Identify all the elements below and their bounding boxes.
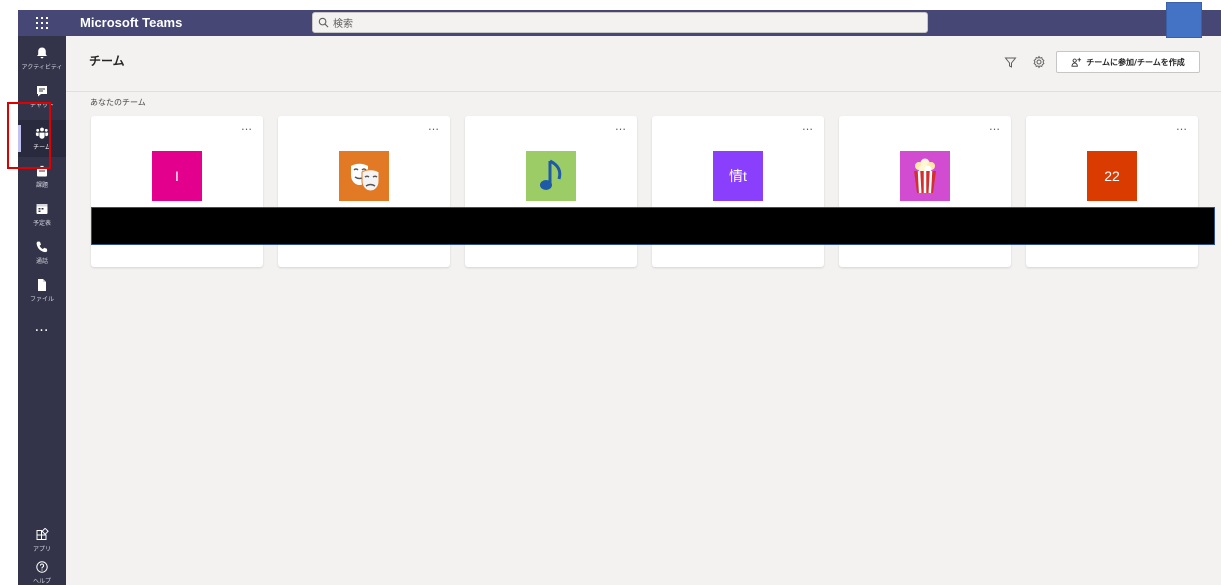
rail-item-help[interactable]: ヘルプ bbox=[18, 554, 66, 585]
more-options-button[interactable]: … bbox=[802, 120, 814, 133]
team-avatar-tile bbox=[900, 151, 950, 201]
rail-label: アクティビティ bbox=[21, 64, 63, 71]
rail-label: チャット bbox=[30, 102, 54, 109]
assignments-icon bbox=[37, 165, 47, 177]
filter-icon[interactable] bbox=[1004, 56, 1017, 69]
page-header: チーム チームに参加/チームを作成 bbox=[66, 36, 1221, 92]
rail-item-chat[interactable]: チャット bbox=[18, 78, 66, 115]
calendar-icon bbox=[36, 204, 48, 214]
rail-label: チーム bbox=[33, 144, 51, 151]
rail-label: 課題 bbox=[35, 182, 48, 189]
chat-icon bbox=[37, 86, 47, 97]
team-avatar-tile: 22 bbox=[1087, 151, 1137, 201]
more-options-button[interactable]: … bbox=[1176, 120, 1188, 133]
top-bar: Microsoft Teams 検索 bbox=[18, 10, 1221, 36]
more-options-button[interactable]: … bbox=[615, 120, 627, 133]
rail-item-assignments[interactable]: 課題 bbox=[18, 158, 66, 195]
phone-icon bbox=[36, 241, 48, 253]
more-apps-button[interactable]: … bbox=[18, 316, 66, 338]
team-initials: 22 bbox=[1104, 168, 1120, 184]
rail-item-teams[interactable]: チーム bbox=[18, 120, 66, 157]
team-avatar-tile bbox=[526, 151, 576, 201]
search-icon bbox=[318, 17, 329, 28]
teams-window: Microsoft Teams 検索 アクティビティ チャット チーム 課題 予… bbox=[18, 10, 1221, 585]
team-avatar-tile: I bbox=[152, 151, 202, 201]
file-icon bbox=[38, 279, 46, 291]
teams-icon bbox=[35, 127, 49, 139]
team-initials: 情t bbox=[729, 168, 747, 184]
app-launcher-button[interactable] bbox=[18, 10, 66, 36]
more-options-button[interactable]: … bbox=[428, 120, 440, 133]
join-or-create-team-button[interactable]: チームに参加/チームを作成 bbox=[1056, 51, 1200, 73]
rail-label: ファイル bbox=[29, 296, 54, 303]
apps-icon bbox=[36, 528, 49, 540]
rail-label: 通話 bbox=[35, 258, 48, 265]
team-initials: I bbox=[175, 168, 179, 184]
help-icon bbox=[36, 561, 48, 573]
music-note-icon bbox=[540, 159, 562, 190]
rail-label: アプリ bbox=[32, 546, 51, 553]
popcorn-icon bbox=[914, 158, 936, 194]
search-input[interactable]: 検索 bbox=[312, 12, 928, 33]
section-heading: あなたのチーム bbox=[90, 98, 146, 107]
rail-item-activity[interactable]: アクティビティ bbox=[18, 40, 66, 77]
app-bar: アクティビティ チャット チーム 課題 予定表 通話 ファイル … アプリ ヘル… bbox=[18, 36, 66, 585]
user-avatar[interactable] bbox=[1166, 2, 1202, 38]
more-options-button[interactable]: … bbox=[241, 120, 253, 133]
waffle-icon bbox=[36, 17, 48, 29]
rail-label: 予定表 bbox=[32, 220, 51, 227]
rail-item-calls[interactable]: 通話 bbox=[18, 234, 66, 271]
rail-label: ヘルプ bbox=[32, 578, 51, 585]
app-title: Microsoft Teams bbox=[80, 15, 183, 30]
redaction-bar bbox=[91, 207, 1215, 245]
search-placeholder: 検索 bbox=[333, 19, 353, 30]
gear-icon[interactable] bbox=[1032, 55, 1046, 69]
rail-item-files[interactable]: ファイル bbox=[18, 272, 66, 309]
join-button-label: チームに参加/チームを作成 bbox=[1086, 57, 1185, 67]
more-options-button[interactable]: … bbox=[989, 120, 1001, 133]
rail-item-calendar[interactable]: 予定表 bbox=[18, 196, 66, 233]
team-avatar-tile: 情t bbox=[713, 151, 763, 201]
bell-icon bbox=[37, 47, 47, 59]
add-team-icon bbox=[1071, 57, 1082, 67]
team-avatar-tile bbox=[339, 151, 389, 201]
page-title: チーム bbox=[89, 54, 125, 68]
theater-masks-icon bbox=[351, 163, 380, 192]
